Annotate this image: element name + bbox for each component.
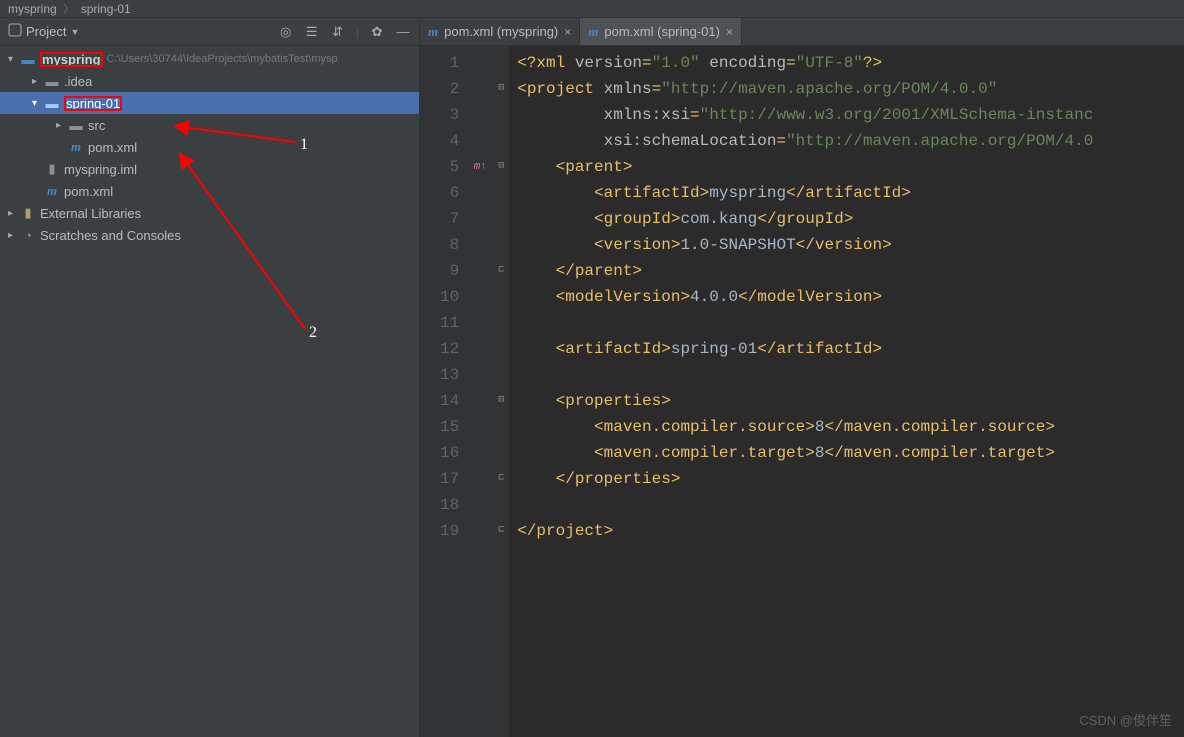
breadcrumb: myspring 〉 spring-01 xyxy=(0,0,1184,18)
tree-label: pom.xml xyxy=(64,184,113,199)
expand-arrow-icon[interactable]: ▸ xyxy=(32,76,44,87)
project-icon xyxy=(8,23,22,40)
separator: | xyxy=(356,24,359,39)
tree-path: C:\Users\30744\IdeaProjects\mybatisTest\… xyxy=(107,53,338,65)
expand-arrow-icon[interactable]: ▾ xyxy=(8,54,20,65)
editor-tabs: m pom.xml (myspring) × m pom.xml (spring… xyxy=(420,18,1184,46)
tree-item-external-libraries[interactable]: ▸ ▮ External Libraries xyxy=(0,202,419,224)
maven-file-icon: m xyxy=(428,24,438,40)
fold-icon[interactable]: ⊟ xyxy=(493,388,509,414)
tree-item-scratches[interactable]: ▸ ◔ Scratches and Consoles xyxy=(0,224,419,246)
tree-item-spring01[interactable]: ▾ ▬ spring-01 xyxy=(0,92,419,114)
editor-tab[interactable]: m pom.xml (myspring) × xyxy=(420,18,580,45)
tree-label: spring-01 xyxy=(66,96,120,111)
fold-icon[interactable]: ⊟ xyxy=(493,76,509,102)
library-icon: ▮ xyxy=(20,205,36,221)
module-folder-icon: ▬ xyxy=(20,51,36,67)
tree-item-pom-inner[interactable]: m pom.xml xyxy=(0,136,419,158)
project-tree[interactable]: ▾ ▬ myspring C:\Users\30744\IdeaProjects… xyxy=(0,46,419,737)
iml-file-icon: ▮ xyxy=(44,161,60,177)
maven-file-icon: m xyxy=(588,24,598,40)
tab-label: pom.xml (spring-01) xyxy=(604,24,720,39)
tree-label: myspring xyxy=(42,52,101,67)
watermark: CSDN @俊伴笙 xyxy=(1079,710,1172,729)
tree-label: Scratches and Consoles xyxy=(40,228,181,243)
tree-label: .idea xyxy=(64,74,92,89)
expand-arrow-icon[interactable]: ▸ xyxy=(8,208,20,219)
expand-arrow-icon[interactable]: ▸ xyxy=(56,120,68,131)
tab-label: pom.xml (myspring) xyxy=(444,24,558,39)
maven-file-icon: m xyxy=(68,139,84,155)
annotation-number: 2 xyxy=(309,324,317,342)
maven-file-icon: m xyxy=(44,183,60,199)
select-opened-file-icon[interactable]: ◎ xyxy=(278,24,294,40)
tree-item-src[interactable]: ▸ ▬ src xyxy=(0,114,419,136)
gutter-maven-icon[interactable]: m↑ xyxy=(467,154,493,180)
folder-icon: ▬ xyxy=(44,73,60,89)
settings-icon[interactable]: ✿ xyxy=(369,24,385,40)
tree-item-iml[interactable]: ▮ myspring.iml xyxy=(0,158,419,180)
breadcrumb-separator: 〉 xyxy=(63,0,75,17)
expand-arrow-icon[interactable]: ▸ xyxy=(8,230,20,241)
fold-end-icon[interactable]: ⊏ xyxy=(493,518,509,544)
tree-root-myspring[interactable]: ▾ ▬ myspring C:\Users\30744\IdeaProjects… xyxy=(0,48,419,70)
editor-tab[interactable]: m pom.xml (spring-01) × xyxy=(580,18,742,45)
close-tab-icon[interactable]: × xyxy=(564,25,571,39)
fold-gutter: ⊟ ⊟ ⊏ ⊟ ⊏ ⊏ xyxy=(493,46,509,737)
fold-end-icon[interactable]: ⊏ xyxy=(493,466,509,492)
expand-all-icon[interactable]: ☰ xyxy=(304,24,320,40)
editor-area: m pom.xml (myspring) × m pom.xml (spring… xyxy=(420,18,1184,737)
hide-icon[interactable]: — xyxy=(395,24,411,40)
close-tab-icon[interactable]: × xyxy=(726,25,733,39)
breadcrumb-item[interactable]: spring-01 xyxy=(81,2,131,16)
code-content[interactable]: <?xml version="1.0" encoding="UTF-8"?> <… xyxy=(509,46,1184,737)
tree-item-pom-outer[interactable]: m pom.xml xyxy=(0,180,419,202)
project-tool-window: Project ▼ ◎ ☰ ⇵ | ✿ — ▾ ▬ myspring C:\Us… xyxy=(0,18,420,737)
dropdown-arrow-icon[interactable]: ▼ xyxy=(70,27,79,37)
breadcrumb-item[interactable]: myspring xyxy=(8,2,57,16)
fold-icon[interactable]: ⊟ xyxy=(493,154,509,180)
tool-window-header: Project ▼ ◎ ☰ ⇵ | ✿ — xyxy=(0,18,419,46)
tool-window-title[interactable]: Project xyxy=(26,24,66,39)
tree-label: External Libraries xyxy=(40,206,141,221)
tree-label: src xyxy=(88,118,105,133)
scratches-icon: ◔ xyxy=(20,227,36,243)
fold-end-icon[interactable]: ⊏ xyxy=(493,258,509,284)
expand-arrow-icon[interactable]: ▾ xyxy=(32,98,44,109)
line-number-gutter: 12345678910111213141516171819 xyxy=(420,46,467,737)
tree-label: myspring.iml xyxy=(64,162,137,177)
tree-item-idea[interactable]: ▸ ▬ .idea xyxy=(0,70,419,92)
folder-icon: ▬ xyxy=(68,117,84,133)
gutter-icons: m↑ xyxy=(467,46,493,737)
module-folder-icon: ▬ xyxy=(44,95,60,111)
collapse-all-icon[interactable]: ⇵ xyxy=(330,24,346,40)
tree-label: pom.xml xyxy=(88,140,137,155)
code-editor[interactable]: 12345678910111213141516171819 m↑ ⊟ ⊟ ⊏ ⊟… xyxy=(420,46,1184,737)
